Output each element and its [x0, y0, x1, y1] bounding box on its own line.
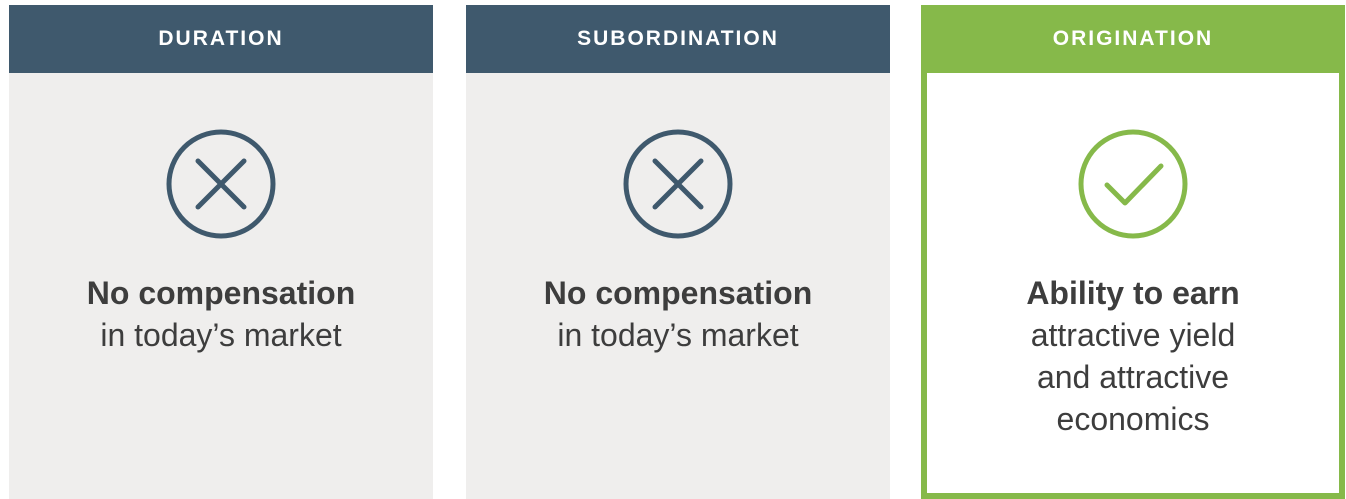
check-circle-icon — [1077, 128, 1189, 240]
origination-text: Ability to earn attractive yield and att… — [1026, 272, 1239, 440]
duration-card: DURATION No compensation in today’s mark… — [9, 5, 433, 499]
x-circle-icon — [165, 128, 277, 240]
origination-card: ORIGINATION Ability to earn attractive y… — [921, 5, 1345, 499]
duration-header: DURATION — [9, 5, 433, 73]
duration-text: No compensation in today’s market — [87, 272, 355, 356]
subordination-card: SUBORDINATION No compensation in today’s… — [466, 5, 890, 499]
comparison-diagram: DURATION No compensation in today’s mark… — [0, 0, 1346, 499]
duration-lead: No compensation — [86, 275, 356, 311]
origination-rest: attractive yield and attractive economic… — [1030, 317, 1236, 437]
subordination-lead: No compensation — [543, 275, 813, 311]
subordination-text: No compensation in today’s market — [544, 272, 812, 356]
origination-lead: Ability to earn — [1026, 275, 1240, 311]
origination-header: ORIGINATION — [921, 5, 1345, 73]
subordination-header: SUBORDINATION — [466, 5, 890, 73]
duration-rest: in today’s market — [100, 317, 342, 353]
x-circle-icon — [622, 128, 734, 240]
subordination-rest: in today’s market — [557, 317, 799, 353]
